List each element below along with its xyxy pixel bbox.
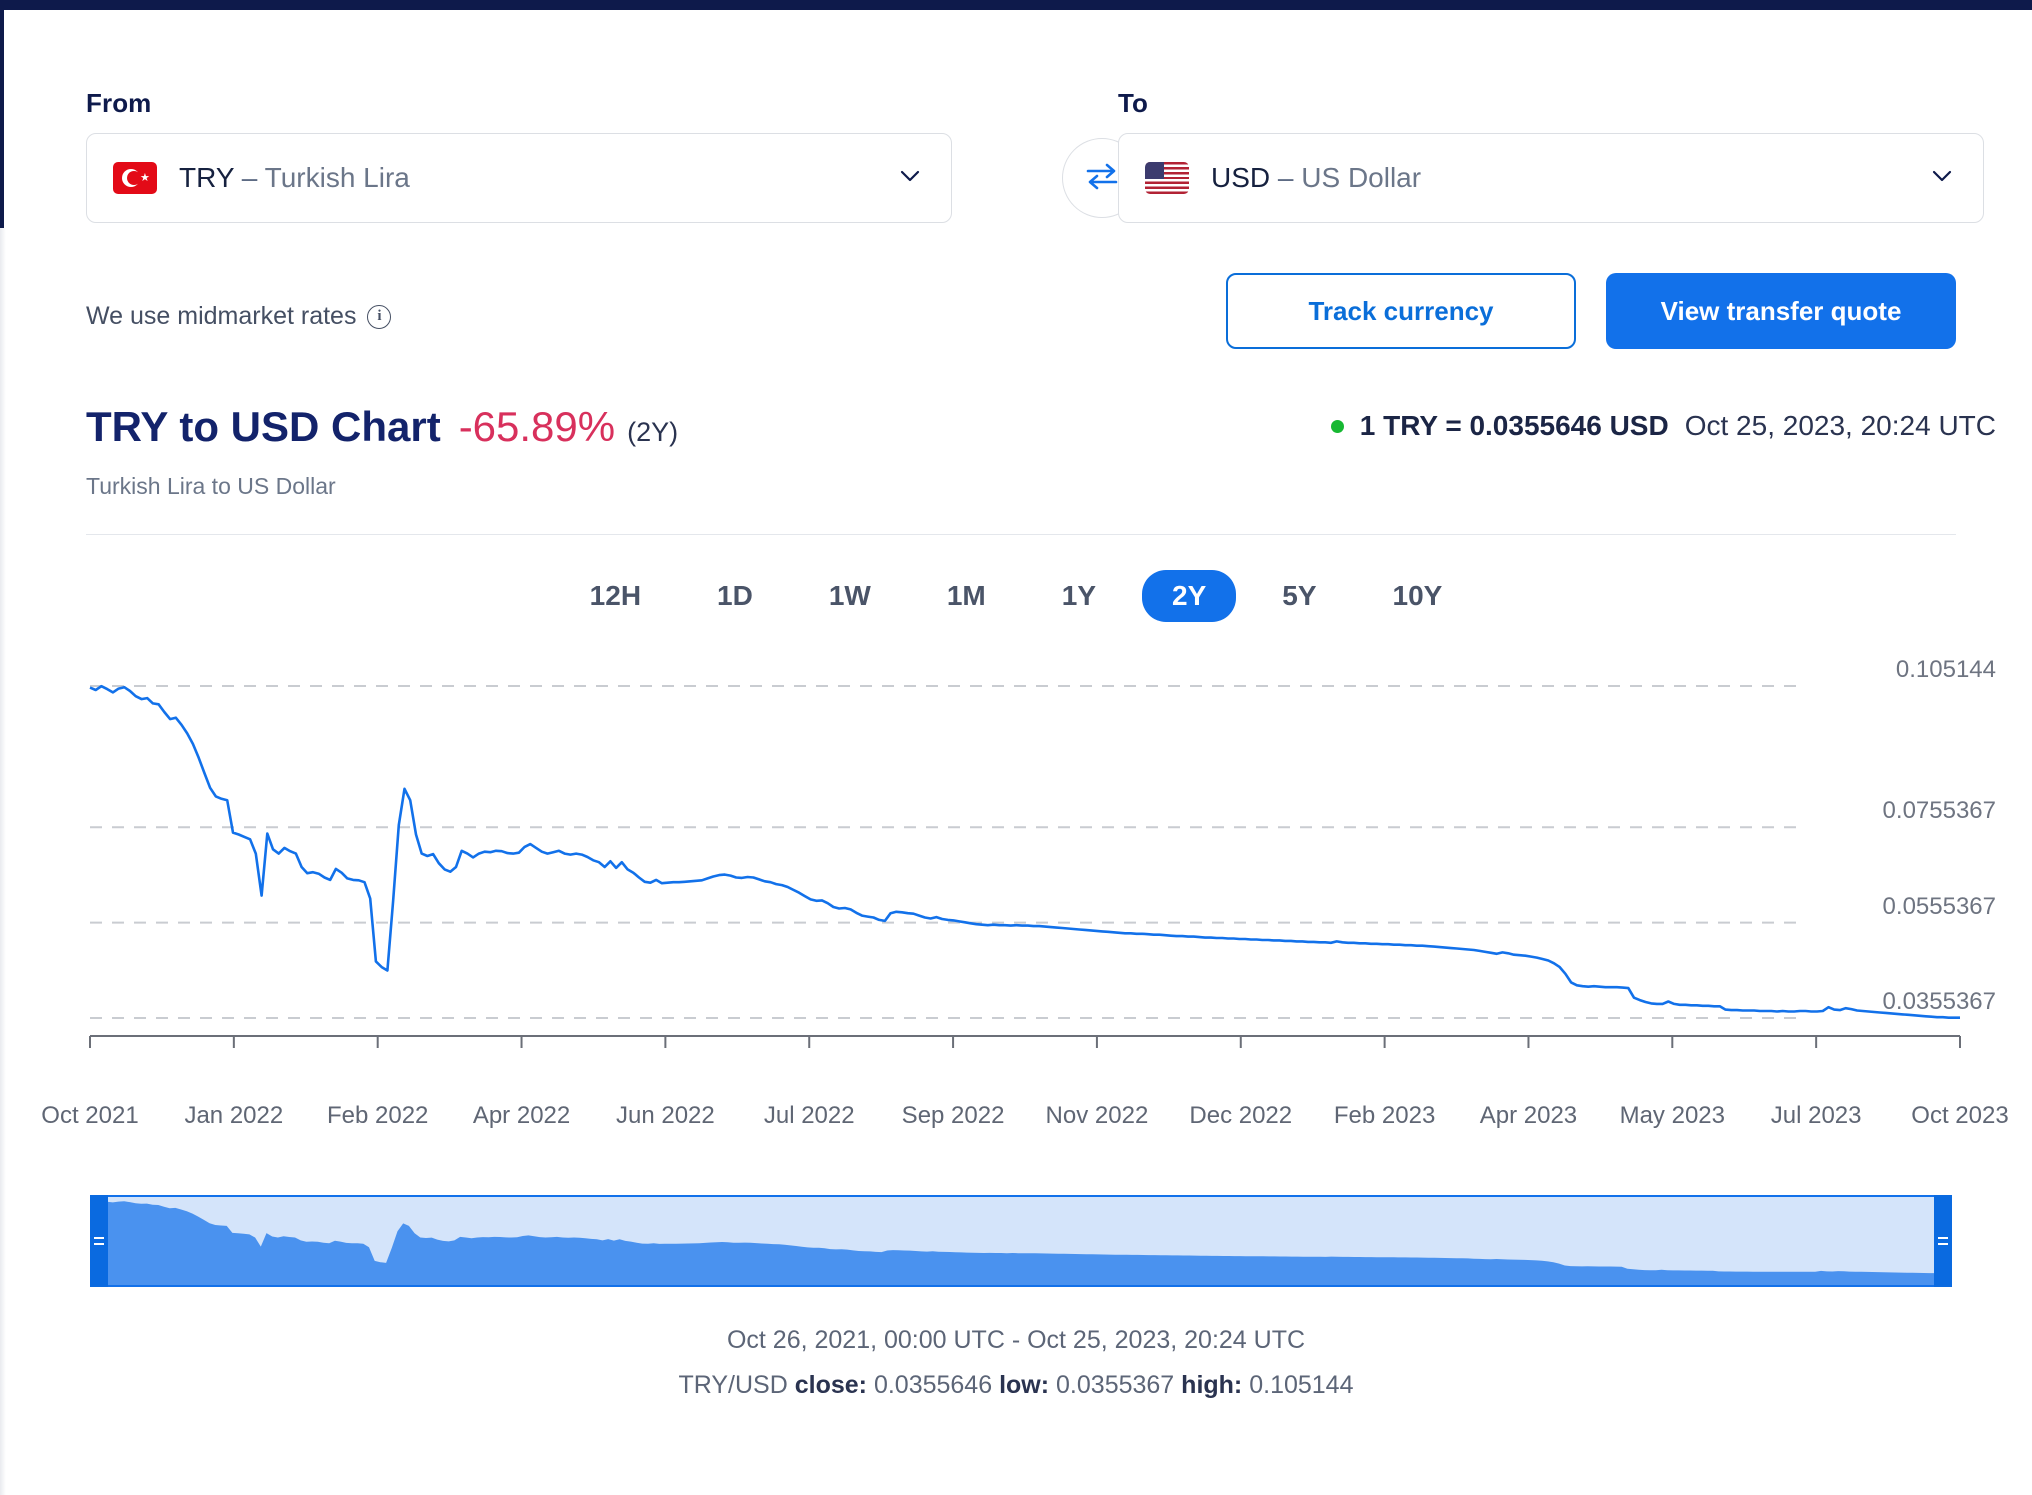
chart-range-navigator[interactable]	[90, 1195, 1952, 1287]
chevron-down-icon[interactable]	[1931, 165, 1953, 187]
x-axis-tick-8: Dec 2022	[1189, 1102, 1293, 1129]
chart-title-row: TRY to USD Chart -65.89% (2Y)	[86, 403, 678, 451]
usa-flag-icon	[1145, 162, 1189, 194]
current-rate-row: 1 TRY = 0.0355646 USD Oct 25, 2023, 20:2…	[1330, 410, 1996, 442]
midmarket-text: We use midmarket rates	[86, 302, 357, 330]
view-transfer-quote-button[interactable]: View transfer quote	[1606, 273, 1956, 349]
chart-header: TRY to USD Chart -65.89% (2Y) Turkish Li…	[86, 403, 678, 500]
high-label: high:	[1181, 1371, 1243, 1399]
change-percent: -65.89%	[458, 403, 616, 450]
x-axis-tick-1: Jan 2022	[184, 1102, 284, 1129]
y-axis-tick-1: 0.0755367	[1882, 797, 1996, 825]
chart-line-series	[89, 684, 1960, 1020]
high-value: 0.105144	[1249, 1371, 1354, 1399]
low-value: 0.0355367	[1056, 1371, 1175, 1399]
to-currency-select[interactable]: USD – US Dollar	[1118, 133, 1984, 223]
to-currency-field: To USD – US Dollar	[1118, 88, 1984, 223]
track-currency-button[interactable]: Track currency	[1226, 273, 1576, 349]
range-tab-10y[interactable]: 10Y	[1363, 570, 1473, 622]
top-brand-bar	[0, 0, 2032, 10]
cta-button-group: Track currency View transfer quote	[1226, 273, 1956, 349]
to-label: To	[1118, 88, 1149, 118]
range-tab-1w[interactable]: 1W	[799, 570, 901, 622]
x-axis-tick-12: Jul 2023	[1770, 1102, 1862, 1129]
x-axis-tick-10: Apr 2023	[1479, 1102, 1578, 1129]
chart-subtitle: Turkish Lira to US Dollar	[86, 473, 336, 499]
chart-plot-svg	[89, 684, 1961, 1048]
turkey-flag-icon: ★	[113, 162, 157, 194]
x-axis-tick-0: Oct 2021	[41, 1102, 139, 1129]
range-tab-group: 12H 1D 1W 1M 1Y 2Y 5Y 10Y	[0, 570, 2032, 622]
x-axis-tick-5: Jul 2022	[763, 1102, 855, 1129]
chart-footer: Oct 26, 2021, 00:00 UTC - Oct 25, 2023, …	[0, 1326, 2032, 1400]
y-axis-tick-2: 0.0555367	[1882, 892, 1996, 920]
chart-stats: TRY/USD close: 0.0355646 low: 0.0355367 …	[0, 1371, 2032, 1400]
navigator-left-handle[interactable]	[90, 1195, 108, 1287]
navigator-right-handle[interactable]	[1934, 1195, 1952, 1287]
to-dash: –	[1277, 162, 1294, 193]
range-tab-2y[interactable]: 2Y	[1142, 570, 1237, 622]
page-root: From ★ TRY – Turkish Lira To USD – US Do…	[0, 0, 2032, 1495]
x-axis-tick-11: May 2023	[1619, 1102, 1725, 1129]
range-tab-5y[interactable]: 5Y	[1252, 570, 1346, 622]
left-edge-strip	[0, 10, 4, 230]
x-axis-tick-7: Nov 2022	[1045, 1102, 1149, 1129]
midmarket-note: We use midmarket rates i	[86, 302, 392, 331]
to-currency-text: USD – US Dollar	[1211, 162, 1421, 194]
x-axis-tick-2: Feb 2022	[326, 1102, 429, 1129]
x-axis-labels: Oct 2021 Jan 2022 Feb 2022 Apr 2022 Jun 2022…	[0, 1102, 2032, 1142]
to-currency-code: USD	[1211, 162, 1271, 193]
from-currency-field: From ★ TRY – Turkish Lira	[86, 88, 952, 223]
rate-timestamp: Oct 25, 2023, 20:24 UTC	[1684, 410, 1996, 441]
y-axis-tick-3: 0.0355367	[1882, 988, 1996, 1015]
chevron-down-icon[interactable]	[899, 165, 921, 187]
pair-label: TRY/USD	[678, 1371, 788, 1399]
navigator-selection-outline	[90, 1195, 1952, 1287]
price-chart: 0.105144 0.0755367 0.0555367 0.0355367	[0, 650, 2032, 1100]
y-axis-tick-0: 0.105144	[1895, 656, 1996, 683]
live-status-dot	[1330, 419, 1344, 433]
change-range-note: (2Y)	[627, 417, 679, 447]
range-tab-1d[interactable]: 1D	[687, 570, 783, 622]
low-label: low:	[999, 1371, 1050, 1399]
from-currency-select[interactable]: ★ TRY – Turkish Lira	[86, 133, 952, 223]
x-axis-tick-3: Apr 2022	[472, 1102, 571, 1129]
swap-arrows-icon	[1084, 161, 1120, 196]
info-icon[interactable]: i	[367, 304, 392, 329]
from-currency-code: TRY	[179, 162, 234, 193]
x-axis-tick-4: Jun 2022	[615, 1102, 715, 1129]
x-axis-tick-13: Oct 2023	[1911, 1102, 2009, 1129]
page-title: TRY to USD Chart	[86, 403, 441, 450]
close-value: 0.0355646	[873, 1371, 993, 1399]
range-tab-1y[interactable]: 1Y	[1032, 570, 1126, 622]
x-axis-tick-9: Feb 2023	[1333, 1102, 1436, 1129]
range-tab-12h[interactable]: 12H	[560, 570, 671, 622]
from-currency-name: Turkish Lira	[264, 162, 410, 193]
current-rate-value: 1 TRY = 0.0355646 USD	[1359, 410, 1669, 441]
from-dash: –	[241, 162, 258, 193]
close-label: close:	[794, 1371, 867, 1399]
header-divider	[86, 534, 1956, 535]
chart-period: Oct 26, 2021, 00:00 UTC - Oct 25, 2023, …	[726, 1326, 1306, 1354]
to-currency-name: US Dollar	[1301, 162, 1422, 193]
from-currency-text: TRY – Turkish Lira	[179, 162, 410, 194]
range-tab-1m[interactable]: 1M	[917, 570, 1016, 622]
from-label: From	[86, 88, 152, 118]
x-axis-tick-6: Sep 2022	[901, 1102, 1005, 1129]
